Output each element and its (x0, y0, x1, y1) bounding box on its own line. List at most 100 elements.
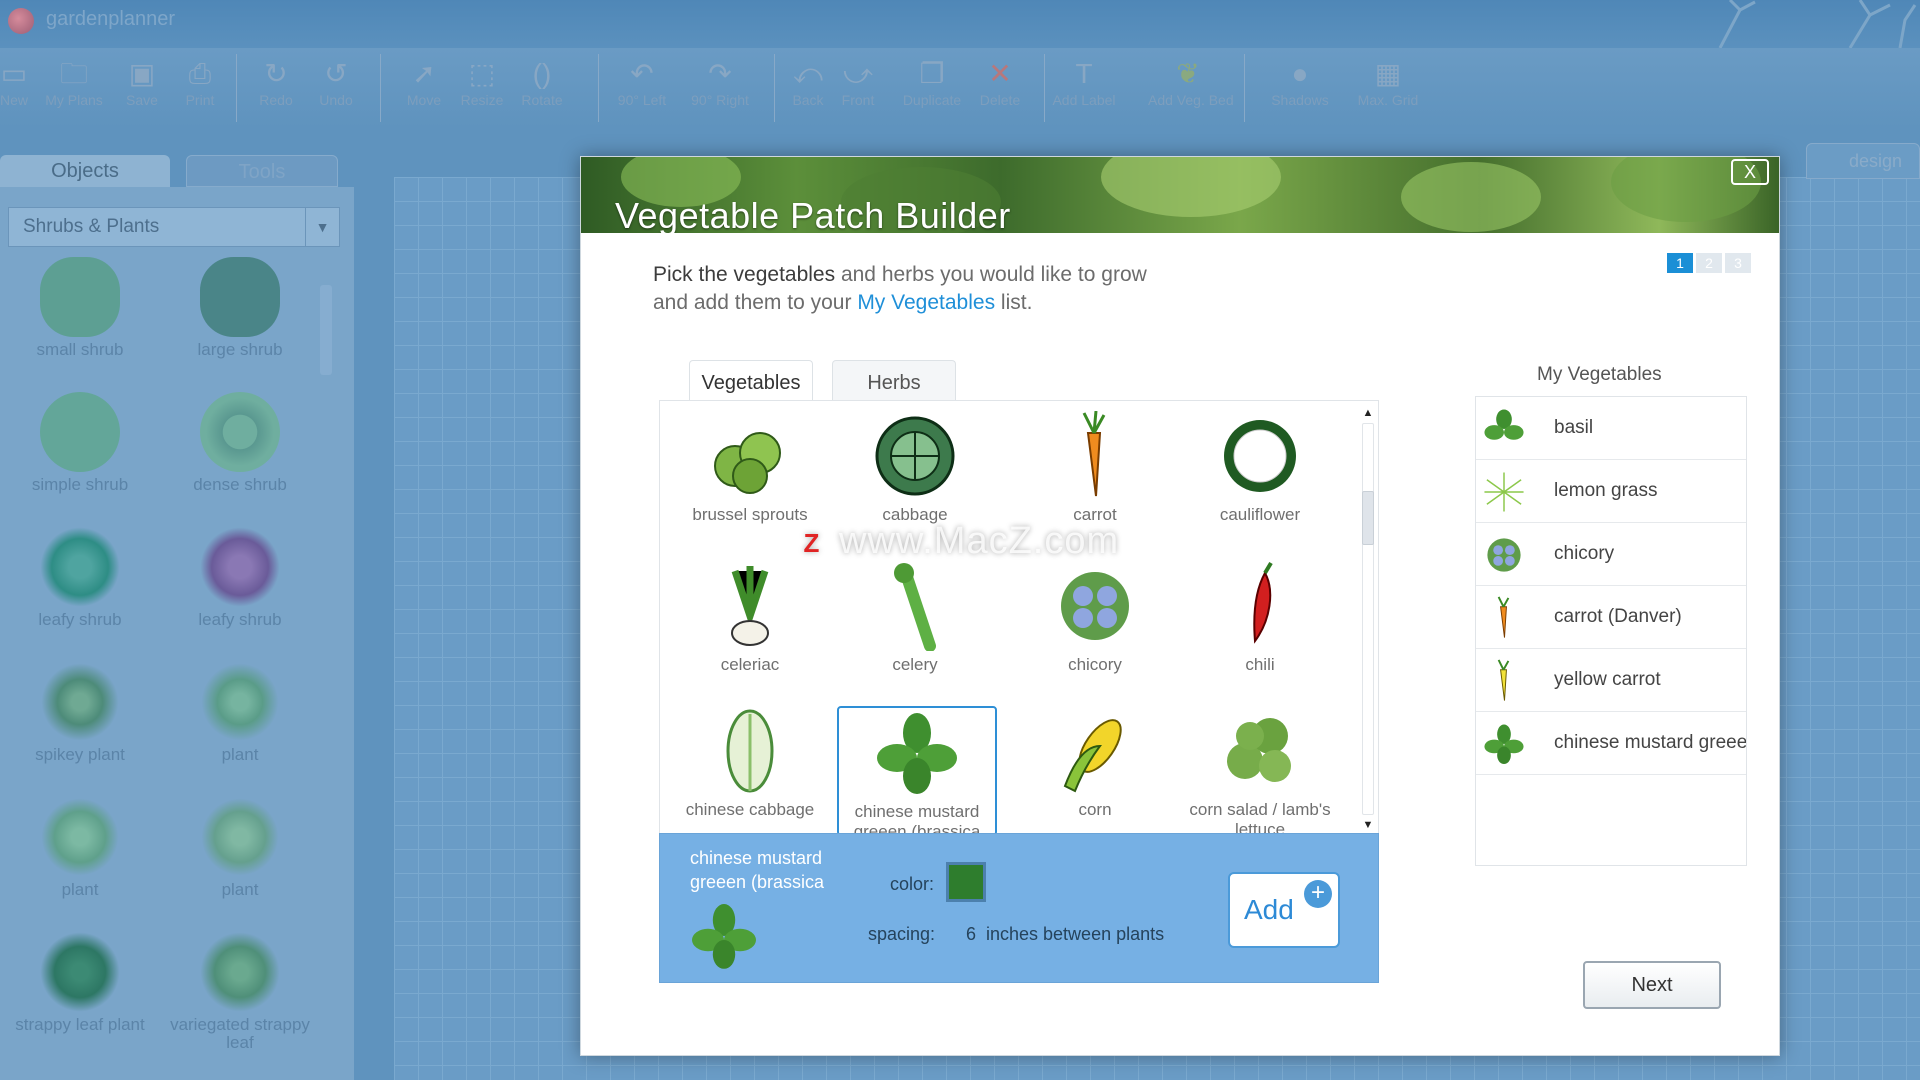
vegetable-item[interactable]: corn (1015, 706, 1175, 836)
object-item[interactable]: strappy leaf plant (5, 932, 155, 1034)
app-logo (8, 8, 34, 34)
strappy-leaf-plant-icon (40, 932, 120, 1012)
step-2: 2 (1696, 253, 1722, 273)
tab-design[interactable]: design (1806, 143, 1920, 179)
rotate-left-icon: ↶ (630, 58, 654, 89)
objects-panel: Shrubs & Plants ▼ small shrub large shru… (0, 187, 354, 1080)
object-item[interactable]: plant (5, 797, 155, 899)
resize-button[interactable]: ⬚ Resize (452, 56, 512, 122)
scroll-up-icon[interactable]: ▲ (1362, 407, 1374, 419)
tab-tools[interactable]: Tools (186, 155, 338, 187)
add-veg-bed-button[interactable]: ❦ Add Veg. Bed (1148, 56, 1234, 122)
vegetable-item[interactable]: chili (1180, 561, 1340, 701)
print-icon: ⎙ (188, 58, 212, 89)
vegetable-item-selected[interactable]: chinese mustard greeen (brassica (837, 706, 997, 836)
plant-icon (200, 797, 280, 877)
duplicate-button[interactable]: ❐ Duplicate (902, 56, 962, 122)
move-button[interactable]: ➚ Move (394, 56, 454, 122)
vegetable-item[interactable]: corn salad / lamb's lettuce (1180, 706, 1340, 836)
scrollbar-thumb[interactable] (1362, 491, 1374, 545)
color-swatch[interactable] (946, 862, 986, 902)
rotate-button[interactable]: () Rotate (512, 56, 572, 122)
chicory-icon (1050, 561, 1140, 651)
corn-salad-icon (1215, 706, 1305, 796)
object-item[interactable]: spikey plant (5, 662, 155, 764)
print-button[interactable]: ⎙ Print (170, 56, 230, 122)
my-plans-button[interactable]: 🗀 My Plans (44, 56, 104, 122)
carrot-icon (1050, 410, 1140, 501)
save-icon: ▣ (128, 58, 156, 89)
spacing-unit: inches between plants (986, 924, 1165, 944)
object-item[interactable]: variegated strappy leaf (165, 932, 315, 1052)
object-item[interactable]: simple shrub (5, 392, 155, 494)
watermark-badge: Z (795, 525, 829, 560)
scroll-down-icon[interactable]: ▼ (1362, 819, 1374, 831)
list-item[interactable]: yellow carrot (1476, 649, 1746, 712)
tab-herbs[interactable]: Herbs (832, 360, 956, 404)
new-button[interactable]: ▭ New (0, 56, 44, 122)
watermark: Zwww.MacZ.com (795, 520, 1119, 563)
list-item[interactable]: chicory (1476, 523, 1746, 586)
max-grid-button[interactable]: ▦ Max. Grid (1358, 56, 1419, 122)
delete-button[interactable]: ✕ Delete (970, 56, 1030, 122)
add-label-button[interactable]: T Add Label (1052, 56, 1115, 122)
next-button[interactable]: Next (1583, 961, 1721, 1009)
object-item[interactable]: plant (165, 662, 315, 764)
scrollbar-track[interactable] (1362, 423, 1374, 815)
plant-icon (40, 797, 120, 877)
chicory-icon (1487, 538, 1521, 572)
scrollbar-thumb[interactable] (320, 285, 332, 375)
selected-vegetable-panel: chinese mustard greeen (brassica color: … (659, 833, 1379, 983)
tab-objects[interactable]: Objects (0, 155, 170, 187)
resize-icon: ⬚ (468, 58, 496, 89)
object-item[interactable]: small shrub (5, 257, 155, 359)
objects-scrollbar[interactable] (318, 267, 334, 1067)
spacing-value[interactable]: 6 (966, 924, 976, 945)
object-item[interactable]: plant (165, 797, 315, 899)
plant-icon (200, 662, 280, 742)
vegetable-item[interactable]: celery (835, 561, 995, 701)
rotate-right-button[interactable]: ↷ 90° Right (690, 56, 750, 122)
shrub-icon (200, 257, 280, 337)
vegetable-item[interactable]: chinese cabbage (670, 706, 830, 836)
mustard-greens-icon (872, 708, 962, 798)
chevron-down-icon: ▼ (305, 208, 339, 246)
corn-icon (1050, 706, 1140, 796)
list-item[interactable]: lemon grass (1476, 460, 1746, 523)
plus-icon: + (1304, 880, 1332, 908)
title-bar: gardenplanner (0, 0, 1920, 48)
object-item[interactable]: large shrub (165, 257, 315, 359)
category-select[interactable]: Shrubs & Plants ▼ (8, 207, 340, 247)
vegetable-item[interactable]: cauliflower (1180, 411, 1340, 551)
shrub-icon (200, 392, 280, 472)
rotate-icon: () (532, 58, 552, 89)
step-3: 3 (1725, 253, 1751, 273)
list-item[interactable]: basil (1476, 397, 1746, 460)
rotate-left-button[interactable]: ↶ 90° Left (612, 56, 672, 122)
mustard-greens-icon (692, 904, 756, 969)
toolbar-separator (1044, 54, 1045, 122)
redo-icon: ↻ (264, 58, 288, 89)
vegetable-item[interactable]: celeriac (670, 561, 830, 701)
add-button[interactable]: Add + (1228, 872, 1340, 948)
undo-icon: ↺ (324, 58, 348, 89)
object-item[interactable]: leafy shrub (165, 527, 315, 629)
vegetable-grid: brussel sprouts cabbage carrot cauliflow… (659, 400, 1379, 837)
vegetable-item[interactable]: chicory (1015, 561, 1175, 701)
object-item[interactable]: dense shrub (165, 392, 315, 494)
my-vegetables-link[interactable]: My Vegetables (857, 291, 995, 314)
mustard-greens-icon (1484, 724, 1524, 765)
shadows-button[interactable]: ● Shadows (1270, 56, 1330, 122)
toolbar-separator (1244, 54, 1245, 122)
vegetable-scrollbar[interactable]: ▲ ▼ (1358, 401, 1378, 836)
object-item[interactable]: leafy shrub (5, 527, 155, 629)
redo-button[interactable]: ↻ Redo (246, 56, 306, 122)
undo-button[interactable]: ↺ Undo (306, 56, 366, 122)
front-button[interactable]: ⤻ Front (828, 56, 888, 122)
cauliflower-icon (1215, 411, 1305, 501)
save-button[interactable]: ▣ Save (112, 56, 172, 122)
list-item[interactable]: chinese mustard greee (1476, 712, 1746, 775)
list-item[interactable]: carrot (Danver) (1476, 586, 1746, 649)
toolbar-separator (236, 54, 237, 122)
close-button[interactable]: X (1731, 159, 1769, 185)
